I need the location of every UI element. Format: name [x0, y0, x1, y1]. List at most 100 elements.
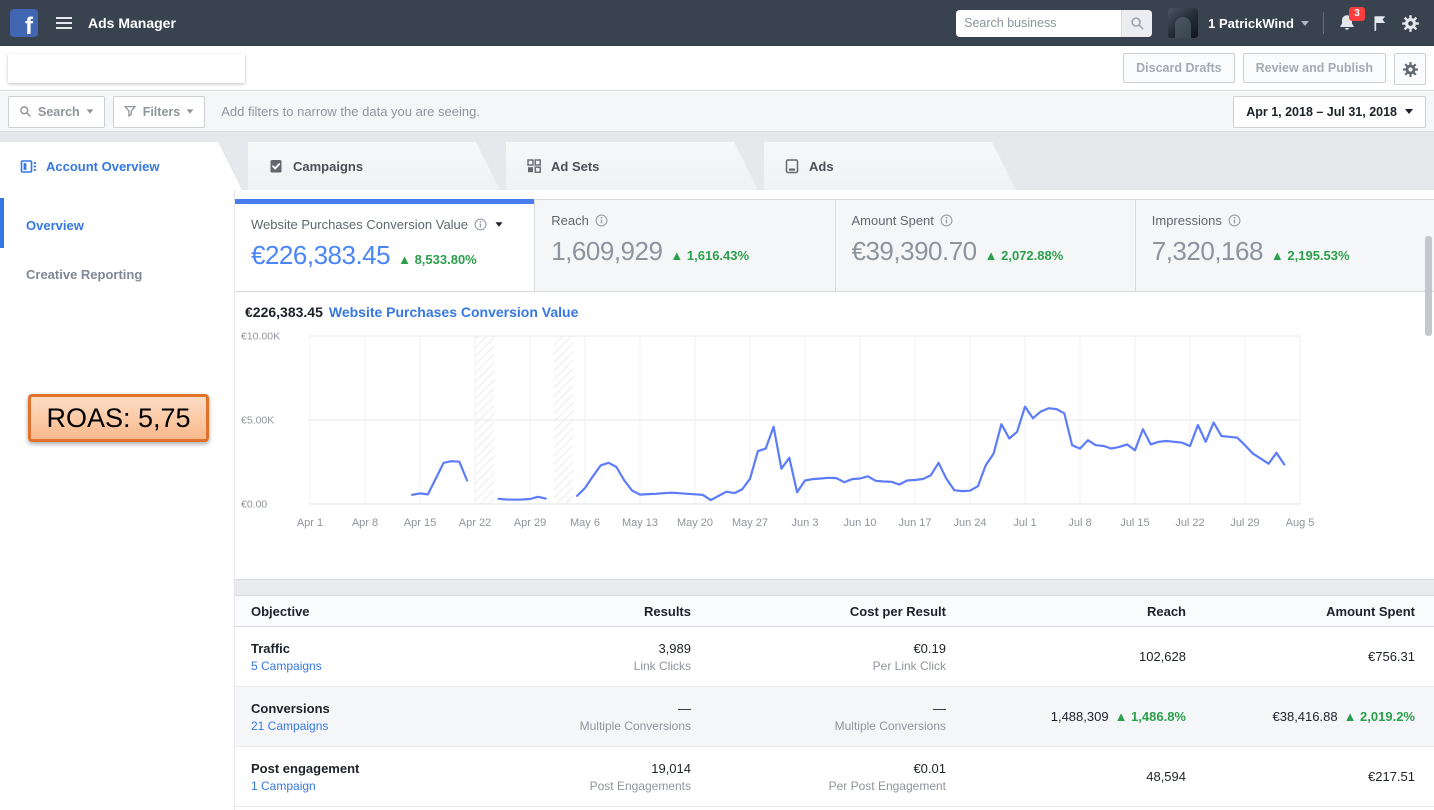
sidebar-item-overview[interactable]: Overview [0, 218, 234, 233]
metric-card-amount-spent[interactable]: Amount Spent €39,390.70 ▲ 2,072.88% [834, 199, 1135, 291]
tab-account-overview[interactable]: Account Overview [0, 142, 242, 190]
results-type: Link Clicks [633, 658, 691, 673]
campaigns-link[interactable]: 1 Campaign [251, 779, 501, 793]
svg-text:May 13: May 13 [622, 517, 658, 529]
filters-button[interactable]: Filters [112, 95, 206, 128]
panel-gap [235, 580, 1434, 595]
vertical-scrollbar-thumb[interactable] [1425, 236, 1432, 336]
svg-text:Jun 17: Jun 17 [898, 517, 931, 529]
metric-value: 1,609,929 [551, 236, 663, 266]
settings-gear-icon[interactable] [1401, 14, 1420, 33]
svg-text:Jul 8: Jul 8 [1068, 517, 1091, 529]
metric-delta: ▲ 2,072.88% [984, 248, 1064, 263]
chevron-down-icon [1405, 109, 1413, 114]
search-filter-label: Search [38, 104, 80, 119]
metric-delta: ▲ 8,533.80% [398, 252, 477, 267]
info-icon[interactable] [940, 214, 953, 227]
conversion-chart-svg: Apr 1 Apr 8 Apr 15 Apr 22 Apr 29 May 6 May 13 M… [241, 331, 1315, 530]
user-name[interactable]: 1 PatrickWind [1208, 16, 1294, 31]
business-search-input[interactable] [956, 9, 1122, 37]
tab-label: Ad Sets [551, 158, 600, 174]
tab-ads[interactable]: Ads [764, 142, 1016, 190]
col-header-cost-per-result[interactable]: Cost per Result [691, 604, 946, 619]
cost-value: €0.01 [913, 760, 946, 776]
metric-cards: Website Purchases Conversion Value €226,… [235, 199, 1434, 292]
objectives-table: Objective Results Cost per Result Reach … [235, 595, 1434, 807]
notifications-bell-icon[interactable]: 3 [1337, 7, 1365, 33]
svg-text:Jun 24: Jun 24 [953, 517, 986, 529]
table-row: Traffic 5 Campaigns 3,989 Link Clicks €0… [235, 627, 1434, 687]
account-overview-icon [20, 158, 37, 175]
info-icon[interactable] [1228, 214, 1241, 227]
filters-label: Filters [142, 104, 181, 119]
results-type: Multiple Conversions [579, 718, 691, 733]
hamburger-menu-icon[interactable] [56, 17, 72, 29]
search-filter-button[interactable]: Search [8, 95, 105, 128]
table-header-row: Objective Results Cost per Result Reach … [235, 595, 1434, 627]
search-icon[interactable] [1121, 9, 1153, 37]
campaigns-link[interactable]: 5 Campaigns [251, 659, 501, 673]
chevron-down-icon[interactable] [1301, 20, 1309, 26]
chevron-down-icon [86, 109, 94, 114]
review-and-publish-button[interactable]: Review and Publish [1242, 53, 1386, 83]
sidebar-item-creative-reporting[interactable]: Creative Reporting [0, 267, 234, 282]
svg-text:May 20: May 20 [677, 517, 713, 529]
business-search [956, 9, 1153, 37]
col-header-objective[interactable]: Objective [251, 604, 501, 619]
reach-delta: ▲ 1,486.8% [1114, 708, 1186, 724]
reach-value: 102,628 [1139, 648, 1186, 664]
discard-drafts-button[interactable]: Discard Drafts [1123, 53, 1235, 83]
metric-label: Amount Spent [851, 213, 934, 228]
facebook-logo-icon[interactable] [10, 9, 38, 39]
pages-flag-icon[interactable] [1370, 14, 1388, 32]
chart-total-value: €226,383.45 [245, 304, 323, 320]
svg-text:Aug 5: Aug 5 [1286, 517, 1315, 529]
spent-delta: ▲ 2,019.2% [1343, 708, 1415, 724]
svg-text:Jun 3: Jun 3 [792, 517, 819, 529]
svg-text:Apr 1: Apr 1 [297, 517, 323, 529]
col-header-reach[interactable]: Reach [946, 604, 1186, 619]
notification-badge: 3 [1349, 7, 1365, 21]
svg-text:Jul 1: Jul 1 [1013, 517, 1036, 529]
navbar-divider [1323, 12, 1324, 34]
user-avatar[interactable] [1168, 8, 1199, 38]
svg-text:May 27: May 27 [732, 517, 768, 529]
svg-text:€0.00: €0.00 [241, 499, 267, 511]
campaigns-link[interactable]: 21 Campaigns [251, 719, 501, 733]
cost-type: Per Link Click [872, 658, 946, 673]
ad-sets-grid-icon [526, 158, 542, 174]
spent-value: €756.31 [1368, 648, 1415, 664]
overview-main: Website Purchases Conversion Value €226,… [234, 190, 1434, 810]
metric-delta: ▲ 2,195.53% [1270, 248, 1350, 263]
active-item-accent [0, 198, 4, 248]
col-header-amount-spent[interactable]: Amount Spent [1186, 604, 1415, 619]
svg-text:Jun 10: Jun 10 [843, 517, 876, 529]
account-selector[interactable] [8, 54, 245, 83]
date-range-selector[interactable]: Apr 1, 2018 – Jul 31, 2018 [1233, 95, 1426, 128]
info-icon[interactable] [595, 214, 608, 227]
cost-value: — [933, 700, 946, 716]
toolbar-gear-button[interactable] [1394, 53, 1426, 85]
table-row: Post engagement 1 Campaign 19,014 Post E… [235, 747, 1434, 807]
metric-value: 7,320,168 [1151, 236, 1264, 266]
tab-campaigns[interactable]: Campaigns [248, 142, 500, 190]
objective-name: Post engagement [251, 760, 360, 776]
metric-card-impressions[interactable]: Impressions 7,320,168 ▲ 2,195.53% [1134, 199, 1434, 291]
chart-metric-link[interactable]: Website Purchases Conversion Value [329, 304, 579, 320]
svg-text:Jul 29: Jul 29 [1230, 517, 1259, 529]
cost-type: Multiple Conversions [834, 718, 946, 733]
reach-value: 48,594 [1146, 768, 1186, 784]
funnel-icon [123, 105, 137, 118]
metric-card-conversion-value[interactable]: Website Purchases Conversion Value €226,… [235, 199, 535, 291]
caret-down-icon[interactable] [495, 222, 503, 227]
spent-value: €217.51 [1368, 768, 1415, 784]
tab-ad-sets[interactable]: Ad Sets [506, 142, 758, 190]
col-header-results[interactable]: Results [501, 604, 691, 619]
table-row: Conversions 21 Campaigns — Multiple Conv… [235, 687, 1434, 747]
results-value: 3,989 [658, 640, 691, 656]
main-tabs: Account Overview Campaigns Ad Sets Ads [0, 132, 1434, 190]
app-title: Ads Manager [88, 15, 176, 31]
info-icon[interactable] [474, 218, 487, 231]
metric-card-reach[interactable]: Reach 1,609,929 ▲ 1,616.43% [534, 199, 835, 291]
spent-value: €38,416.88 [1272, 708, 1338, 724]
